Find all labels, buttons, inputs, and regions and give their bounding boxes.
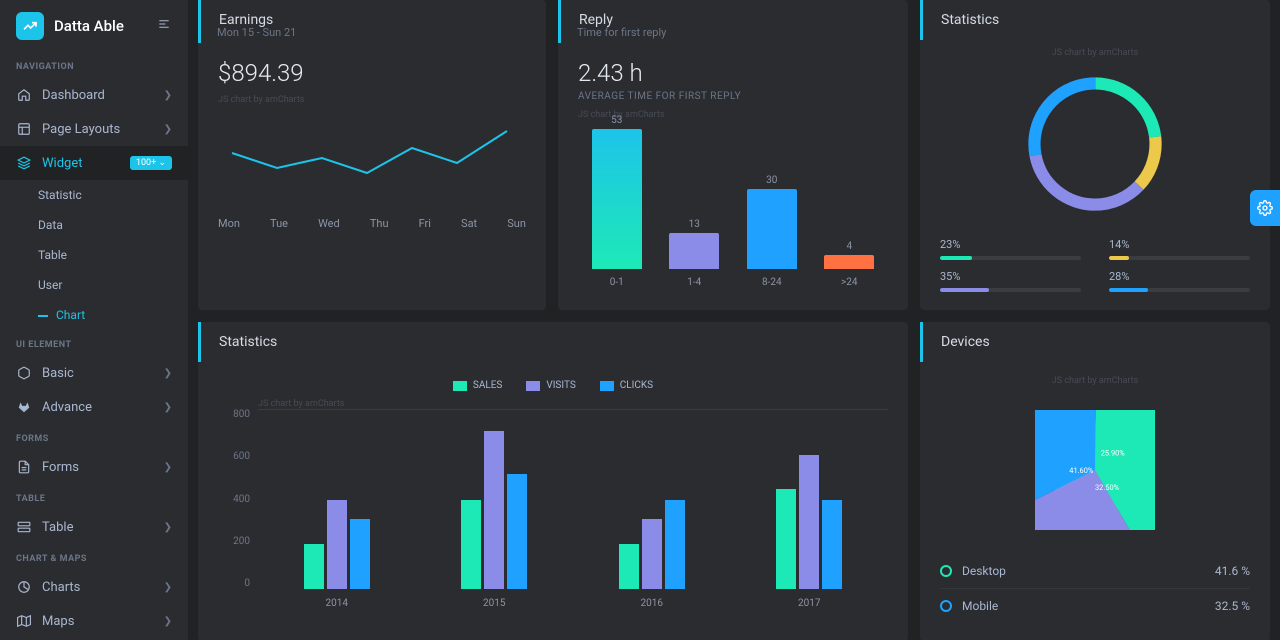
device-row-desktop: Desktop41.6 % bbox=[940, 554, 1250, 588]
device-row-mobile: Mobile32.5 % bbox=[940, 588, 1250, 623]
server-icon bbox=[16, 519, 32, 535]
nav-sub-table[interactable]: Table bbox=[0, 240, 188, 270]
devices-pie-chart: 41.60% 25.90% 32.50% bbox=[940, 410, 1250, 530]
chevron-right-icon: ❯ bbox=[164, 402, 172, 413]
map-icon bbox=[16, 613, 32, 629]
nav-section-table: TABLE bbox=[0, 484, 188, 510]
chevron-right-icon: ❯ bbox=[164, 124, 172, 135]
nav-maps[interactable]: Maps❯ bbox=[0, 604, 188, 638]
home-icon bbox=[16, 87, 32, 103]
svg-text:32.50%: 32.50% bbox=[1095, 483, 1120, 492]
chart-credit: JS chart by amCharts bbox=[218, 95, 526, 105]
nav-sub-chart[interactable]: Chart bbox=[0, 300, 188, 330]
svg-text:25.90%: 25.90% bbox=[1101, 449, 1126, 458]
nav-widget[interactable]: Widget100+ ⌄ bbox=[0, 146, 188, 180]
earnings-x-labels: MonTueWedThuFriSatSun bbox=[218, 217, 526, 230]
brand-logo-icon bbox=[16, 12, 44, 40]
nav-section-ui: UI ELEMENT bbox=[0, 330, 188, 356]
brand-title: Datta Able bbox=[54, 17, 124, 35]
pie-icon bbox=[16, 579, 32, 595]
card-statistics-grouped: Statistics SALES VISITS CLICKS JS chart … bbox=[198, 322, 908, 640]
reply-label: AVERAGE TIME FOR FIRST REPLY bbox=[578, 91, 888, 102]
card-title: Statistics bbox=[920, 0, 1270, 40]
sidebar-collapse-icon[interactable] bbox=[156, 16, 172, 36]
grouped-bar-chart: 8006004002000 2014 2015 2016 2017 bbox=[258, 409, 888, 589]
brand[interactable]: Datta Able bbox=[0, 0, 188, 52]
chart-legend: SALES VISITS CLICKS bbox=[218, 380, 888, 391]
nav-sub-statistic[interactable]: Statistic bbox=[0, 180, 188, 210]
nav-forms[interactable]: Forms❯ bbox=[0, 450, 188, 484]
settings-tab-button[interactable] bbox=[1250, 190, 1280, 226]
nav-section-navigation: NAVIGATION bbox=[0, 52, 188, 78]
card-earnings: EarningsMon 15 - Sun 21 $894.39 JS chart… bbox=[198, 0, 546, 310]
card-statistics-donut: Statistics JS chart by amCharts 23% 14% … bbox=[920, 0, 1270, 310]
sidebar: Datta Able NAVIGATION Dashboard❯ Page La… bbox=[0, 0, 188, 640]
nav-sub-data[interactable]: Data bbox=[0, 210, 188, 240]
circle-icon bbox=[940, 565, 952, 577]
chevron-right-icon: ❯ bbox=[164, 616, 172, 627]
card-title: Statistics bbox=[198, 322, 908, 362]
main-content: EarningsMon 15 - Sun 21 $894.39 JS chart… bbox=[188, 0, 1280, 640]
chart-credit: JS chart by amCharts bbox=[940, 48, 1250, 58]
chart-credit: JS chart by amCharts bbox=[940, 376, 1250, 386]
reply-value: 2.43 h bbox=[578, 59, 888, 87]
card-title: Devices bbox=[920, 322, 1270, 362]
stat-progress-bars: 23% 14% 35% 28% bbox=[940, 238, 1250, 292]
chevron-right-icon: ❯ bbox=[164, 582, 172, 593]
earnings-value: $894.39 bbox=[218, 59, 526, 87]
box-icon bbox=[16, 365, 32, 381]
circle-icon bbox=[940, 600, 952, 612]
nav-table[interactable]: Table❯ bbox=[0, 510, 188, 544]
nav-dashboard[interactable]: Dashboard❯ bbox=[0, 78, 188, 112]
nav-basic[interactable]: Basic❯ bbox=[0, 356, 188, 390]
card-title: EarningsMon 15 - Sun 21 bbox=[198, 0, 546, 43]
nav-page-layouts[interactable]: Page Layouts❯ bbox=[0, 112, 188, 146]
nav-charts[interactable]: Charts❯ bbox=[0, 570, 188, 604]
earnings-line-chart bbox=[218, 113, 526, 203]
nav-sub-user[interactable]: User bbox=[0, 270, 188, 300]
nav-section-charts: CHART & MAPS bbox=[0, 544, 188, 570]
chevron-right-icon: ❯ bbox=[164, 90, 172, 101]
nav-advance[interactable]: Advance❯ bbox=[0, 390, 188, 424]
gitlab-icon bbox=[16, 399, 32, 415]
device-list: Desktop41.6 % Mobile32.5 % bbox=[940, 554, 1250, 623]
layout-icon bbox=[16, 121, 32, 137]
file-icon bbox=[16, 459, 32, 475]
widget-badge: 100+ ⌄ bbox=[130, 156, 172, 170]
chevron-right-icon: ❯ bbox=[164, 462, 172, 473]
card-devices: Devices JS chart by amCharts 41.60% 25.9… bbox=[920, 322, 1270, 640]
chevron-right-icon: ❯ bbox=[164, 368, 172, 379]
svg-text:41.60%: 41.60% bbox=[1069, 466, 1094, 475]
card-reply: ReplyTime for first reply 2.43 h AVERAGE… bbox=[558, 0, 908, 310]
reply-bar-chart: 530-1 131-4 308-24 4>24 bbox=[578, 128, 888, 288]
chart-credit: JS chart by amCharts bbox=[258, 399, 888, 409]
nav-section-forms: FORMS bbox=[0, 424, 188, 450]
layers-icon bbox=[16, 155, 32, 171]
card-title: ReplyTime for first reply bbox=[558, 0, 908, 43]
donut-chart bbox=[940, 64, 1250, 224]
chevron-right-icon: ❯ bbox=[164, 522, 172, 533]
